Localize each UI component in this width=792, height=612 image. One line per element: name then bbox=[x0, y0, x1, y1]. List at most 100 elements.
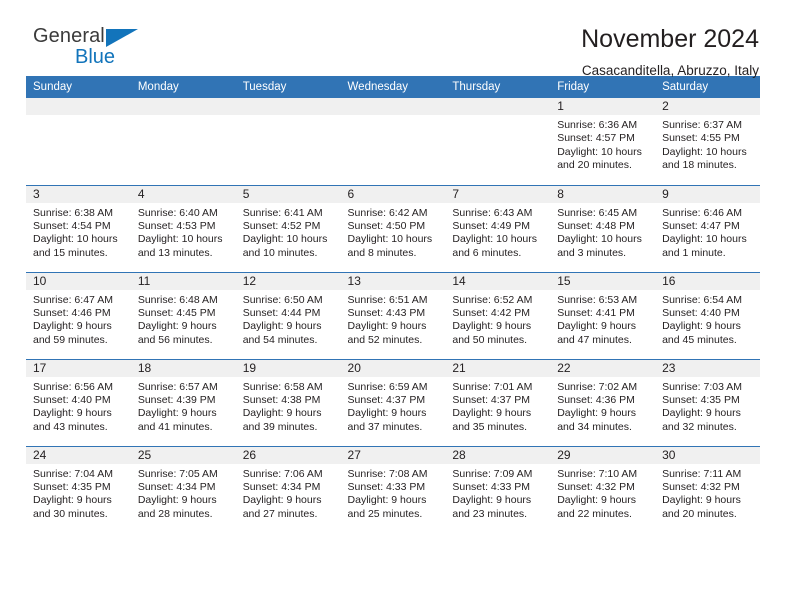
calendar-day-cell[interactable]: 26 Sunrise: 7:06 AM Sunset: 4:34 PM Dayligh… bbox=[235, 445, 341, 533]
sunset-text: Sunset: 4:49 PM bbox=[452, 219, 531, 232]
daylight-text-line1: Daylight: 9 hours bbox=[347, 494, 427, 507]
calendar-day-cell[interactable]: 9 Sunrise: 6:46 AM Sunset: 4:47 PM Daylight… bbox=[655, 184, 760, 272]
daylight-text-line2: and 23 minutes. bbox=[452, 507, 528, 520]
sunset-text: Sunset: 4:46 PM bbox=[33, 306, 111, 319]
day-details: Sunrise: 7:10 AM Sunset: 4:32 PM Daylight:… bbox=[550, 464, 655, 522]
calendar-day-cell[interactable]: 7 Sunrise: 6:43 AM Sunset: 4:49 PM Daylight… bbox=[445, 184, 551, 272]
sunset-text: Sunset: 4:45 PM bbox=[137, 306, 216, 319]
calendar-day-cell[interactable]: 23 Sunrise: 7:03 AM Sunset: 4:35 PM Dayligh… bbox=[655, 358, 760, 446]
daylight-text-line2: and 45 minutes. bbox=[662, 333, 737, 346]
calendar-day-cell[interactable]: 11 Sunrise: 6:48 AM Sunset: 4:45 PM Dayligh… bbox=[130, 271, 236, 359]
day-details bbox=[341, 115, 446, 119]
calendar-day-cell[interactable]: 12 Sunrise: 6:50 AM Sunset: 4:44 PM Dayligh… bbox=[235, 271, 341, 359]
day-details: Sunrise: 6:40 AM Sunset: 4:53 PM Daylight:… bbox=[131, 203, 236, 261]
calendar-day-cell-empty bbox=[235, 98, 341, 185]
calendar-day-cell[interactable]: 17 Sunrise: 6:56 AM Sunset: 4:40 PM Dayligh… bbox=[26, 358, 131, 446]
sunset-text: Sunset: 4:40 PM bbox=[662, 306, 740, 319]
day-details: Sunrise: 6:41 AM Sunset: 4:52 PM Daylight:… bbox=[236, 203, 341, 261]
day-number: 18 bbox=[130, 359, 236, 377]
sunrise-text: Sunrise: 6:37 AM bbox=[662, 119, 743, 131]
weekday-header-monday: Monday bbox=[130, 76, 236, 98]
sunrise-text: Sunrise: 7:11 AM bbox=[662, 467, 742, 480]
calendar-day-cell[interactable]: 16 Sunrise: 6:54 AM Sunset: 4:40 PM Dayligh… bbox=[655, 271, 760, 359]
calendar-day-cell[interactable]: 20 Sunrise: 6:59 AM Sunset: 4:37 PM Dayligh… bbox=[340, 358, 446, 446]
day-details: Sunrise: 7:08 AM Sunset: 4:33 PM Daylight:… bbox=[341, 464, 446, 522]
sunset-text: Sunset: 4:39 PM bbox=[137, 393, 216, 406]
calendar-day-cell[interactable]: 21 Sunrise: 7:01 AM Sunset: 4:37 PM Dayligh… bbox=[445, 358, 551, 446]
sunset-text: Sunset: 4:37 PM bbox=[347, 393, 426, 406]
sunrise-text: Sunrise: 6:57 AM bbox=[137, 380, 218, 393]
weekday-header-tuesday: Tuesday bbox=[235, 76, 341, 98]
sunset-text: Sunset: 4:34 PM bbox=[242, 480, 321, 493]
daylight-text-line2: and 15 minutes. bbox=[33, 246, 108, 259]
day-number: 3 bbox=[26, 185, 131, 203]
calendar-day-cell[interactable]: 27 Sunrise: 7:08 AM Sunset: 4:33 PM Dayligh… bbox=[340, 445, 446, 533]
calendar-day-cell[interactable]: 22 Sunrise: 7:02 AM Sunset: 4:36 PM Dayligh… bbox=[550, 358, 656, 446]
sunrise-text: Sunrise: 6:46 AM bbox=[662, 206, 743, 219]
calendar-day-cell[interactable]: 14 Sunrise: 6:52 AM Sunset: 4:42 PM Dayligh… bbox=[445, 271, 551, 359]
day-details bbox=[131, 115, 236, 119]
day-details: Sunrise: 6:48 AM Sunset: 4:45 PM Daylight:… bbox=[131, 290, 236, 348]
sunset-text: Sunset: 4:32 PM bbox=[662, 480, 740, 493]
calendar-day-cell-empty bbox=[26, 98, 131, 185]
calendar-day-cell[interactable]: 4 Sunrise: 6:40 AM Sunset: 4:53 PM Daylight… bbox=[130, 184, 236, 272]
day-details: Sunrise: 6:51 AM Sunset: 4:43 PM Daylight:… bbox=[341, 290, 446, 348]
daylight-text-line1: Daylight: 9 hours bbox=[137, 320, 217, 333]
calendar-day-cell[interactable]: 1 Sunrise: 6:36 AM Sunset: 4:57 PM Daylight… bbox=[550, 98, 656, 185]
daylight-text-line1: Daylight: 9 hours bbox=[452, 320, 532, 333]
daylight-text-line1: Daylight: 9 hours bbox=[662, 320, 741, 333]
day-number: 6 bbox=[340, 185, 446, 203]
daylight-text-line1: Daylight: 9 hours bbox=[557, 320, 637, 333]
calendar-day-cell[interactable]: 25 Sunrise: 7:05 AM Sunset: 4:34 PM Dayligh… bbox=[130, 445, 236, 533]
calendar-day-cell[interactable]: 2 Sunrise: 6:37 AM Sunset: 4:55 PM Daylight… bbox=[655, 98, 760, 185]
daylight-text-line1: Daylight: 9 hours bbox=[662, 407, 741, 420]
calendar-day-cell[interactable]: 10 Sunrise: 6:47 AM Sunset: 4:46 PM Dayligh… bbox=[26, 271, 131, 359]
sunset-text: Sunset: 4:53 PM bbox=[137, 219, 216, 232]
weekday-header-sunday: Sunday bbox=[26, 76, 131, 98]
day-number bbox=[130, 98, 236, 115]
daylight-text-line1: Daylight: 9 hours bbox=[452, 494, 532, 507]
calendar-day-cell[interactable]: 28 Sunrise: 7:09 AM Sunset: 4:33 PM Dayligh… bbox=[445, 445, 551, 533]
calendar-day-cell[interactable]: 29 Sunrise: 7:10 AM Sunset: 4:32 PM Dayligh… bbox=[550, 445, 656, 533]
calendar-day-cell[interactable]: 15 Sunrise: 6:53 AM Sunset: 4:41 PM Dayligh… bbox=[550, 271, 656, 359]
daylight-text-line1: Daylight: 9 hours bbox=[242, 494, 322, 507]
day-number: 12 bbox=[235, 272, 341, 290]
sunset-text: Sunset: 4:36 PM bbox=[557, 393, 635, 406]
sunset-text: Sunset: 4:47 PM bbox=[662, 219, 740, 232]
calendar-day-cell[interactable]: 3 Sunrise: 6:38 AM Sunset: 4:54 PM Daylight… bbox=[26, 184, 131, 272]
calendar-day-cell[interactable]: 30 Sunrise: 7:11 AM Sunset: 4:32 PM Dayligh… bbox=[655, 445, 760, 533]
calendar-day-cell[interactable]: 24 Sunrise: 7:04 AM Sunset: 4:35 PM Dayligh… bbox=[26, 445, 131, 533]
calendar-day-cell[interactable]: 19 Sunrise: 6:58 AM Sunset: 4:38 PM Dayligh… bbox=[235, 358, 341, 446]
logo-general-text: General bbox=[33, 25, 105, 47]
calendar-day-cell[interactable]: 8 Sunrise: 6:45 AM Sunset: 4:48 PM Daylight… bbox=[550, 184, 656, 272]
day-details: Sunrise: 7:05 AM Sunset: 4:34 PM Daylight:… bbox=[131, 464, 236, 522]
sunrise-text: Sunrise: 7:05 AM bbox=[137, 467, 218, 480]
daylight-text-line1: Daylight: 10 hours bbox=[662, 145, 747, 158]
day-number: 11 bbox=[130, 272, 236, 290]
sunrise-text: Sunrise: 7:10 AM bbox=[557, 467, 638, 480]
day-details: Sunrise: 6:42 AM Sunset: 4:50 PM Daylight:… bbox=[341, 203, 446, 261]
sunrise-text: Sunrise: 6:53 AM bbox=[557, 293, 638, 306]
day-number: 16 bbox=[655, 272, 760, 290]
general-blue-logo[interactable]: General Blue bbox=[33, 26, 173, 74]
daylight-text-line2: and 32 minutes. bbox=[662, 420, 737, 433]
calendar-day-cell[interactable]: 6 Sunrise: 6:42 AM Sunset: 4:50 PM Daylight… bbox=[340, 184, 446, 272]
day-number: 21 bbox=[445, 359, 551, 377]
day-details: Sunrise: 6:53 AM Sunset: 4:41 PM Daylight:… bbox=[550, 290, 655, 348]
calendar-day-cell[interactable]: 5 Sunrise: 6:41 AM Sunset: 4:52 PM Daylight… bbox=[235, 184, 341, 272]
calendar-day-cell[interactable]: 13 Sunrise: 6:51 AM Sunset: 4:43 PM Dayligh… bbox=[340, 271, 446, 359]
day-number: 20 bbox=[340, 359, 446, 377]
daylight-text-line2: and 22 minutes. bbox=[557, 507, 632, 520]
day-number bbox=[26, 98, 131, 115]
sunset-text: Sunset: 4:54 PM bbox=[33, 219, 111, 232]
daylight-text-line2: and 56 minutes. bbox=[137, 333, 213, 346]
sunset-text: Sunset: 4:32 PM bbox=[557, 480, 635, 493]
daylight-text-line2: and 50 minutes. bbox=[452, 333, 528, 346]
calendar-day-cell[interactable]: 18 Sunrise: 6:57 AM Sunset: 4:39 PM Dayligh… bbox=[130, 358, 236, 446]
day-details: Sunrise: 7:06 AM Sunset: 4:34 PM Daylight:… bbox=[236, 464, 341, 522]
day-details: Sunrise: 7:03 AM Sunset: 4:35 PM Daylight:… bbox=[655, 377, 760, 435]
day-details bbox=[236, 115, 341, 119]
logo-word-general: General bbox=[33, 26, 173, 48]
daylight-text-line1: Daylight: 9 hours bbox=[662, 494, 741, 507]
sunrise-text: Sunrise: 6:59 AM bbox=[347, 380, 428, 393]
